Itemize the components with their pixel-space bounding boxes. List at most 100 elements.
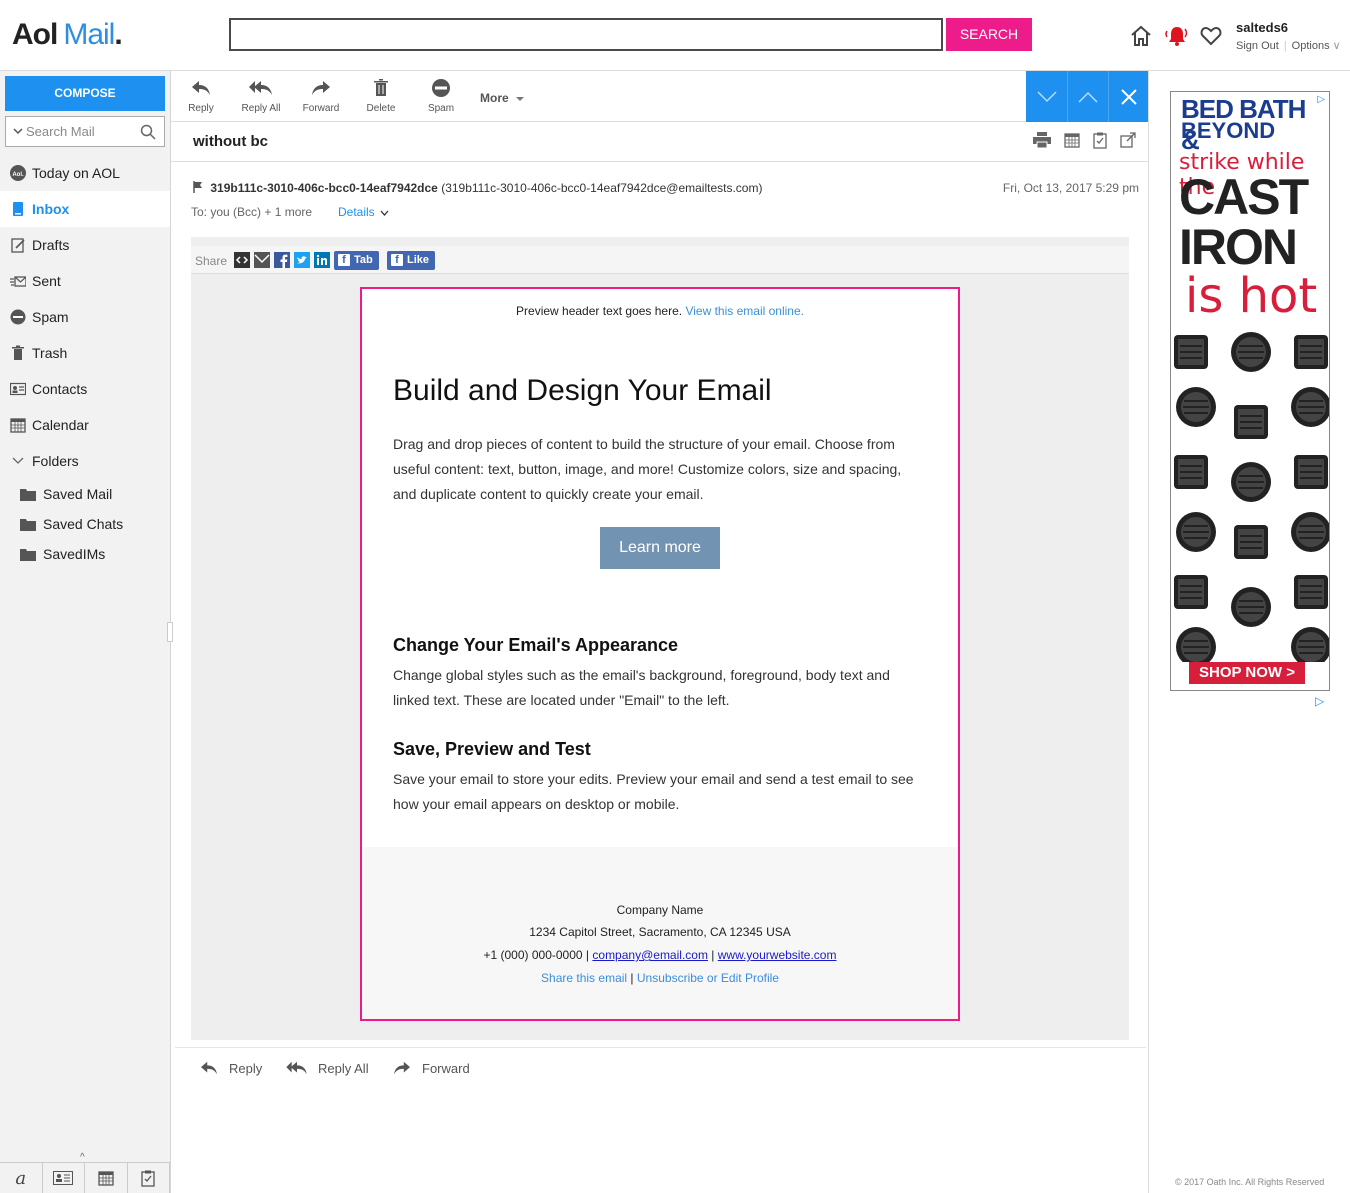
options-chevron-icon[interactable]: ∨ xyxy=(1330,40,1341,52)
trash-icon xyxy=(374,79,388,96)
delete-button[interactable]: Delete xyxy=(351,79,411,114)
trash-icon xyxy=(12,345,24,360)
chevron-up-icon xyxy=(1078,91,1098,103)
more-label: More xyxy=(480,91,509,105)
sidebar-item-label: Calendar xyxy=(32,417,89,433)
logo-dot: . xyxy=(114,18,122,51)
footer-email-link[interactable]: company@email.com xyxy=(592,948,708,962)
options-link[interactable]: Options xyxy=(1292,40,1330,52)
sidebar-item-spam[interactable]: Spam xyxy=(0,299,170,335)
home-icon[interactable] xyxy=(1129,24,1153,48)
sent-icon xyxy=(10,276,26,287)
folder-item-label: SavedIMs xyxy=(43,546,106,562)
facebook-tab-button[interactable]: f Tab xyxy=(334,251,379,270)
spam-icon xyxy=(10,309,26,325)
details-toggle[interactable]: Details xyxy=(338,205,389,219)
chevron-down-icon[interactable] xyxy=(10,453,26,469)
reply-button[interactable]: Reply xyxy=(171,79,231,114)
drafts-icon xyxy=(11,238,25,253)
facebook-icon[interactable] xyxy=(274,252,290,268)
reply-icon xyxy=(192,81,210,95)
linkedin-icon[interactable] xyxy=(314,252,330,268)
section-text-appearance: Change global styles such as the email's… xyxy=(393,667,890,708)
print-icon[interactable] xyxy=(1033,132,1051,148)
compose-button[interactable]: COMPOSE xyxy=(5,76,165,111)
sidebar-item-trash[interactable]: Trash xyxy=(0,335,170,371)
email-heading: Build and Design Your Email xyxy=(393,374,772,407)
reply-all-icon xyxy=(286,1061,307,1075)
shop-now-button[interactable]: SHOP NOW > xyxy=(1189,662,1305,684)
next-message-button[interactable] xyxy=(1026,71,1067,122)
sender-name[interactable]: 319b111c-3010-406c-bcc0-14eaf7942dce xyxy=(210,181,438,195)
ad-headline-hot: is hot xyxy=(1185,268,1318,324)
ad-column: BED BATH & BEYOND strike while the CAST … xyxy=(1148,71,1350,1193)
sign-out-link[interactable]: Sign Out xyxy=(1236,40,1279,52)
folder-item-saved-ims[interactable]: SavedIMs xyxy=(0,539,170,569)
message-actions xyxy=(1033,132,1136,149)
search-mail-input[interactable]: Search Mail xyxy=(5,116,165,147)
message-date: Fri, Oct 13, 2017 5:29 pm xyxy=(1002,181,1139,195)
ad-choices-icon[interactable]: ▷ xyxy=(1315,694,1324,708)
bottom-forward-button[interactable]: Forward xyxy=(392,1060,470,1076)
section-text-save: Save your email to store your edits. Pre… xyxy=(393,771,914,812)
sidebar-item-sent[interactable]: Sent xyxy=(0,263,170,299)
search-icon[interactable] xyxy=(140,124,156,140)
aol-app-icon[interactable]: a xyxy=(0,1163,43,1193)
learn-more-button[interactable]: Learn more xyxy=(600,527,720,569)
tasks-app-icon[interactable] xyxy=(128,1163,170,1193)
search-input[interactable] xyxy=(229,18,943,51)
bell-notification-icon[interactable] xyxy=(1165,24,1189,48)
task-icon[interactable] xyxy=(1093,132,1107,149)
bottom-reply-all-button[interactable]: Reply All xyxy=(286,1060,369,1076)
email-share-icon[interactable] xyxy=(254,252,270,268)
forward-icon xyxy=(312,81,330,95)
spam-button[interactable]: Spam xyxy=(411,79,471,114)
close-message-button[interactable] xyxy=(1108,71,1148,122)
sidebar-item-today-on-aol[interactable]: Aol. Today on AOL xyxy=(0,155,170,191)
divider xyxy=(171,161,1148,162)
folder-item-saved-chats[interactable]: Saved Chats xyxy=(0,509,170,539)
folder-icon xyxy=(20,549,36,561)
forward-label: Forward xyxy=(302,103,340,114)
logo-mail-text: Mail xyxy=(63,18,115,51)
share-bar: Share f Tab f Like xyxy=(191,246,1129,274)
share-email-link[interactable]: Share this email xyxy=(541,971,627,985)
embed-code-icon[interactable] xyxy=(234,252,250,268)
facebook-icon: f xyxy=(338,254,350,266)
flag-icon[interactable] xyxy=(193,181,203,193)
footer-separator: | xyxy=(711,948,715,962)
sidebar-item-folders[interactable]: Folders xyxy=(0,443,170,479)
more-button[interactable]: More xyxy=(480,91,525,105)
bottom-reply-button[interactable]: Reply xyxy=(199,1060,262,1076)
sidebar-item-drafts[interactable]: Drafts xyxy=(0,227,170,263)
sidebar-item-calendar[interactable]: Calendar xyxy=(0,407,170,443)
pane-resize-handle[interactable] xyxy=(167,622,173,642)
twitter-icon[interactable] xyxy=(294,252,310,268)
unsubscribe-link[interactable]: Unsubscribe or Edit Profile xyxy=(637,971,779,985)
search-mail-placeholder: Search Mail xyxy=(26,124,95,139)
reply-all-button[interactable]: Reply All xyxy=(231,79,291,114)
search-button[interactable]: SEARCH xyxy=(946,18,1032,51)
footer-website-link[interactable]: www.yourwebsite.com xyxy=(718,948,837,962)
popout-icon[interactable] xyxy=(1120,132,1136,148)
heart-icon[interactable] xyxy=(1199,24,1223,48)
view-online-link[interactable]: View this email online. xyxy=(685,304,804,318)
calendar-app-icon[interactable] xyxy=(85,1163,128,1193)
calendar-icon[interactable] xyxy=(1064,132,1080,148)
contacts-app-icon[interactable] xyxy=(43,1163,85,1193)
advertisement-banner[interactable]: BED BATH & BEYOND strike while the CAST … xyxy=(1170,91,1330,691)
reply-all-label: Reply All xyxy=(241,103,281,114)
sidebar-item-label: Inbox xyxy=(32,201,70,217)
folder-item-saved-mail[interactable]: Saved Mail xyxy=(0,479,170,509)
ad-choices-icon[interactable]: ▷ xyxy=(1317,94,1325,105)
aol-mail-logo[interactable]: Aol Mail. xyxy=(12,18,123,52)
previous-message-button[interactable] xyxy=(1067,71,1108,122)
section-heading-save: Save, Preview and Test xyxy=(393,739,591,759)
facebook-like-label: Like xyxy=(407,254,430,266)
reply-icon xyxy=(201,1061,217,1075)
facebook-like-button[interactable]: f Like xyxy=(387,251,436,270)
sidebar-item-inbox[interactable]: Inbox xyxy=(0,191,170,227)
chevron-down-icon[interactable] xyxy=(13,127,23,135)
forward-button[interactable]: Forward xyxy=(291,79,351,114)
sidebar-item-contacts[interactable]: Contacts xyxy=(0,371,170,407)
